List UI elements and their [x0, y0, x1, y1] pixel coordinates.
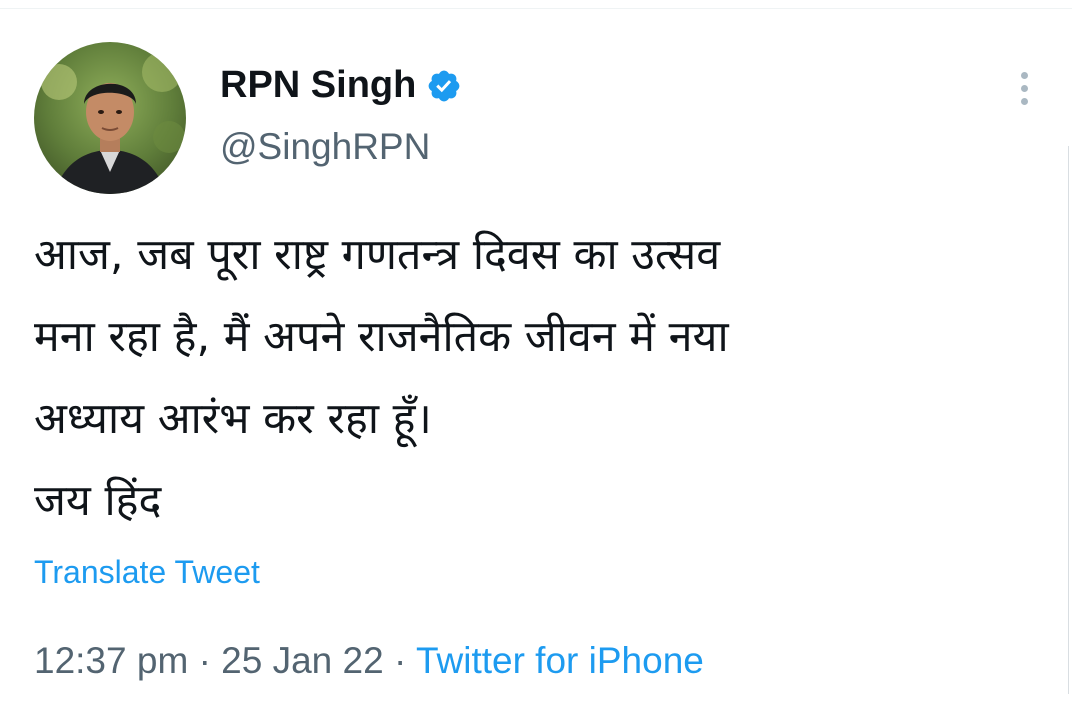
scrollbar-track[interactable] [1068, 146, 1069, 694]
meta-separator: · [393, 640, 407, 681]
top-divider [0, 8, 1072, 9]
more-vertical-icon [1020, 71, 1028, 79]
tweet-time[interactable]: 12:37 pm [34, 640, 188, 681]
avatar[interactable] [34, 42, 186, 194]
translate-tweet-link[interactable]: Translate Tweet [34, 554, 260, 591]
tweet-text: आज, जब पूरा राष्ट्र गणतन्त्र दिवस का उत्… [34, 214, 1024, 542]
tweet-text-line: जय हिंद [34, 476, 162, 526]
tweet-source-link[interactable]: Twitter for iPhone [416, 640, 704, 681]
author-handle[interactable]: @SinghRPN [220, 126, 430, 168]
avatar-photo [34, 42, 186, 194]
tweet-text-line: मना रहा है, मैं अपने राजनैतिक जीवन में न… [34, 312, 729, 362]
verified-badge-icon [426, 68, 462, 104]
author-name-row[interactable]: RPN Singh [220, 64, 462, 107]
more-options-button[interactable] [1008, 66, 1040, 110]
tweet-date[interactable]: 25 Jan 22 [221, 640, 384, 681]
tweet-text-line: आज, जब पूरा राष्ट्र गणतन्त्र दिवस का उत्… [34, 230, 721, 280]
tweet-text-line: अध्याय आरंभ कर रहा हूँ। [34, 394, 432, 444]
tweet-meta: 12:37 pm · 25 Jan 22 · Twitter for iPhon… [34, 640, 704, 682]
meta-separator: · [198, 640, 211, 681]
tweet-card: RPN Singh @SinghRPN आज, जब पूरा राष्ट्र … [0, 0, 1072, 709]
author-display-name[interactable]: RPN Singh [220, 64, 416, 107]
